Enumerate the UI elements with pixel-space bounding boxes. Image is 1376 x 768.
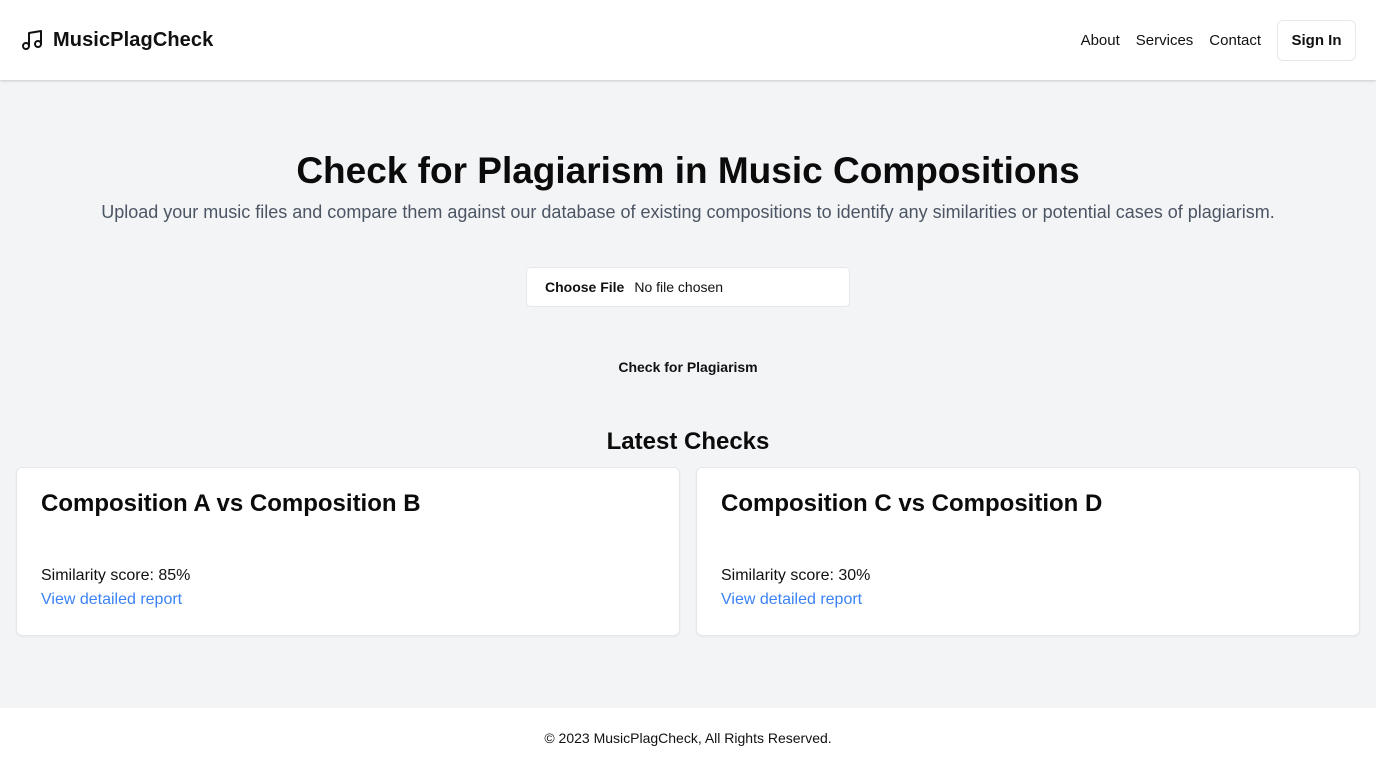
sign-in-button[interactable]: Sign In: [1277, 19, 1356, 61]
choose-file-button[interactable]: Choose File: [545, 279, 624, 295]
site-header: MusicPlagCheck About Services Contact Si…: [0, 0, 1376, 80]
view-report-link[interactable]: View detailed report: [721, 591, 862, 609]
latest-checks-heading: Latest Checks: [606, 428, 770, 455]
check-card: Composition A vs Composition B Similarit…: [16, 467, 680, 636]
check-plagiarism-button[interactable]: Check for Plagiarism: [588, 354, 788, 380]
file-status: No file chosen: [634, 279, 724, 295]
page-title: Check for Plagiarism in Music Compositio…: [296, 150, 1080, 191]
nav-link-about[interactable]: About: [1081, 32, 1120, 49]
card-title: Composition A vs Composition B: [41, 490, 421, 517]
footer-copyright: © 2023 MusicPlagCheck, All Rights Reserv…: [544, 730, 832, 746]
brand[interactable]: MusicPlagCheck: [20, 28, 213, 52]
card-title: Composition C vs Composition D: [721, 490, 1103, 517]
similarity-score: Similarity score: 85%: [41, 567, 191, 584]
similarity-score: Similarity score: 30%: [721, 567, 871, 584]
nav-link-contact[interactable]: Contact: [1209, 32, 1261, 49]
main-nav: About Services Contact Sign In: [1081, 19, 1356, 61]
brand-title: MusicPlagCheck: [53, 28, 214, 51]
site-footer: © 2023 MusicPlagCheck, All Rights Reserv…: [0, 708, 1376, 768]
page-subtitle: Upload your music files and compare them…: [101, 202, 1275, 222]
view-report-link[interactable]: View detailed report: [41, 591, 182, 609]
file-input[interactable]: Choose File No file chosen: [526, 267, 850, 307]
check-card: Composition C vs Composition D Similarit…: [696, 467, 1360, 636]
nav-link-services[interactable]: Services: [1136, 32, 1194, 49]
main-content: Check for Plagiarism in Music Compositio…: [0, 80, 1376, 708]
music-note-icon: [20, 28, 44, 52]
